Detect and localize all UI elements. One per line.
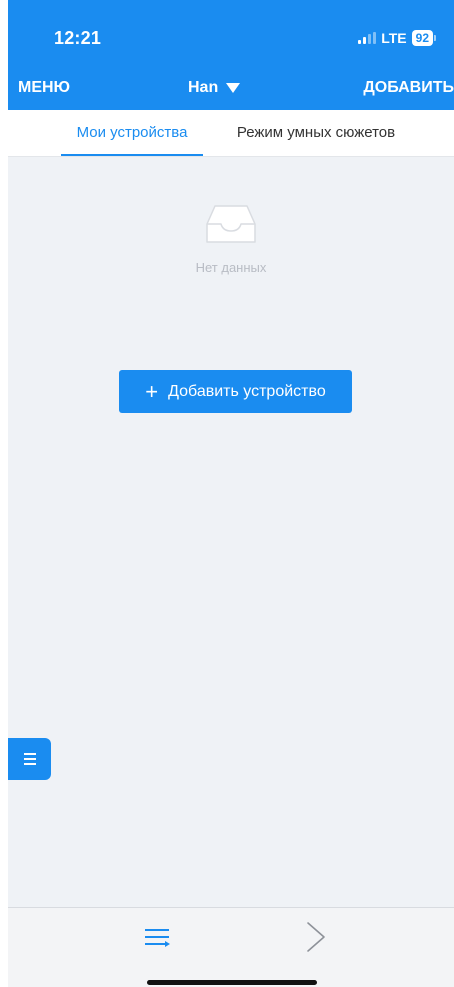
menu-lines-icon[interactable] [143, 926, 173, 950]
empty-state-text: Нет данных [195, 260, 267, 275]
plus-icon: + [145, 378, 159, 404]
home-selector[interactable]: Han [188, 79, 241, 97]
empty-state: Нет данных [8, 200, 454, 275]
signal-icon [358, 32, 377, 44]
battery-level: 92 [411, 30, 433, 46]
active-tab-indicator [61, 154, 203, 156]
add-device-button[interactable]: + Добавить устройство [119, 370, 352, 413]
tab-smart-scenes[interactable]: Режим умных сюжетов [228, 110, 404, 156]
battery-icon: 92 [411, 30, 436, 46]
caret-down-icon [226, 83, 241, 93]
add-device-label: Добавить устройство [168, 382, 326, 400]
floating-menu-button[interactable] [8, 738, 51, 780]
home-indicator [147, 980, 317, 985]
status-time: 12:21 [54, 28, 102, 48]
chevron-right-icon[interactable] [304, 920, 328, 954]
status-indicators: LTE 92 [358, 30, 436, 46]
home-name: Han [188, 79, 219, 96]
tab-bar: Мои устройства Режим умных сюжетов [8, 110, 454, 157]
tab-label: Режим умных сюжетов [236, 124, 396, 141]
network-type: LTE [381, 30, 407, 46]
bottom-toolbar [8, 907, 454, 987]
menu-button[interactable]: МЕНЮ [18, 79, 70, 97]
menu-icon [23, 753, 36, 765]
app-screen: 12:21 LTE 92 МЕНЮ Han ДОБАВИТЬ Мои устро… [8, 0, 454, 987]
app-header: 12:21 LTE 92 МЕНЮ Han ДОБАВИТЬ [8, 0, 454, 110]
inbox-icon [203, 200, 259, 248]
tab-label: Мои устройства [76, 124, 188, 141]
add-button[interactable]: ДОБАВИТЬ [363, 79, 454, 97]
tab-my-devices[interactable]: Мои устройства [61, 110, 203, 156]
